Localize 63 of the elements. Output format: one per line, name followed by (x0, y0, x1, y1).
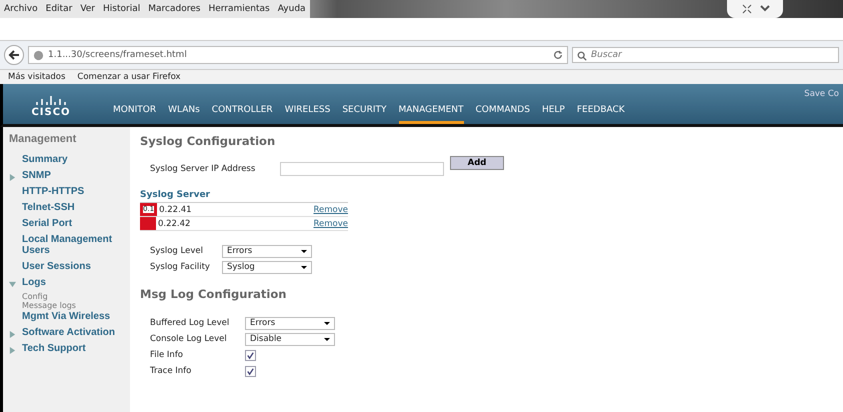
checkbox[interactable] (245, 350, 256, 360)
field-label: Buffered Log Level (150, 318, 230, 328)
sidebar-item[interactable]: Tech Support (22, 343, 86, 354)
add-button[interactable]: Add (450, 156, 504, 170)
nav-tab[interactable]: COMMANDS (476, 101, 530, 124)
sidebar-title: Management (8, 132, 78, 147)
field-label: File Info (150, 350, 184, 360)
menu-item[interactable]: Historial (103, 2, 140, 16)
nav-tab[interactable]: CONTROLLER (212, 101, 273, 124)
back-arrow-icon (8, 49, 20, 61)
nav-tab[interactable]: MONITOR (113, 101, 156, 124)
back-button[interactable] (4, 45, 24, 65)
dropdown[interactable]: Errors (245, 316, 335, 330)
bookmark-link[interactable]: Más visitados (8, 72, 66, 82)
nav-tab[interactable]: SECURITY (342, 101, 386, 124)
logo-bars-icon (35, 96, 67, 106)
nav-tab[interactable]: WLANs (168, 101, 200, 124)
reload-icon[interactable] (553, 50, 563, 60)
search-field[interactable]: Buscar (572, 47, 839, 63)
sidebar-item[interactable]: Telnet-SSH (22, 202, 75, 213)
remove-link[interactable]: Remove (314, 204, 348, 214)
dropdown[interactable]: Disable (245, 332, 335, 346)
nav-tab[interactable]: HELP (542, 101, 565, 124)
server-address: 0.22.42 (158, 218, 192, 228)
remove-link[interactable]: Remove (314, 218, 348, 228)
menu-item[interactable]: Marcadores (148, 2, 200, 16)
sidebar-item[interactable]: Serial Port (22, 218, 72, 229)
server-address: 0.22.41 (159, 204, 193, 214)
sidebar-item[interactable]: HTTP-HTTPS (22, 186, 84, 197)
sidebar-subitem[interactable]: Config (3, 292, 130, 301)
field-label: Syslog Facility (150, 262, 211, 272)
menu-item[interactable]: Ayuda (278, 2, 306, 16)
field-label: Console Log Level (150, 334, 228, 344)
nav-tab[interactable]: FEEDBACK (576, 101, 625, 124)
ip-address-field[interactable] (280, 162, 444, 176)
redaction-mark (140, 217, 156, 230)
field-label: Syslog Server IP Address (150, 164, 256, 174)
sidebar-item[interactable]: Local Management Users (22, 234, 127, 256)
nav-tab[interactable]: MANAGEMENT (398, 101, 464, 124)
bookmark-link[interactable]: Comenzar a usar Firefox (77, 72, 181, 82)
sidebar-item[interactable]: SNMP (22, 170, 51, 181)
checkbox[interactable] (245, 366, 256, 376)
menu-item[interactable]: Archivo (4, 2, 38, 16)
section-title: Msg Log Configuration (140, 286, 288, 303)
sidebar-item[interactable]: Mgmt Via Wireless (22, 311, 110, 322)
save-link[interactable]: Save Co (804, 89, 839, 99)
dropdown[interactable]: Errors (222, 244, 312, 258)
dropdown[interactable]: Syslog (222, 260, 312, 274)
sidebar-item[interactable]: Logs (22, 277, 46, 288)
logo-text: CISCO (31, 107, 71, 118)
menu-item[interactable]: Ver (80, 2, 96, 16)
table-heading: Syslog Server (140, 190, 348, 203)
menu-item[interactable]: Herramientas (208, 2, 270, 16)
address-field[interactable]: 1.1...30/screens/frameset.html (28, 46, 568, 64)
sidebar-item[interactable]: User Sessions (22, 261, 91, 272)
sidebar-subitem[interactable]: Message logs (3, 301, 130, 310)
field-label: Trace Info (150, 366, 192, 376)
sidebar-item[interactable]: Software Activation (22, 327, 115, 338)
sidebar-item[interactable]: Summary (22, 154, 68, 165)
menu-item[interactable]: Editar (46, 2, 72, 16)
window-controls-icon[interactable] (727, 0, 783, 18)
nav-tab[interactable]: WIRELESS (284, 101, 330, 124)
field-label: Syslog Level (150, 246, 204, 256)
